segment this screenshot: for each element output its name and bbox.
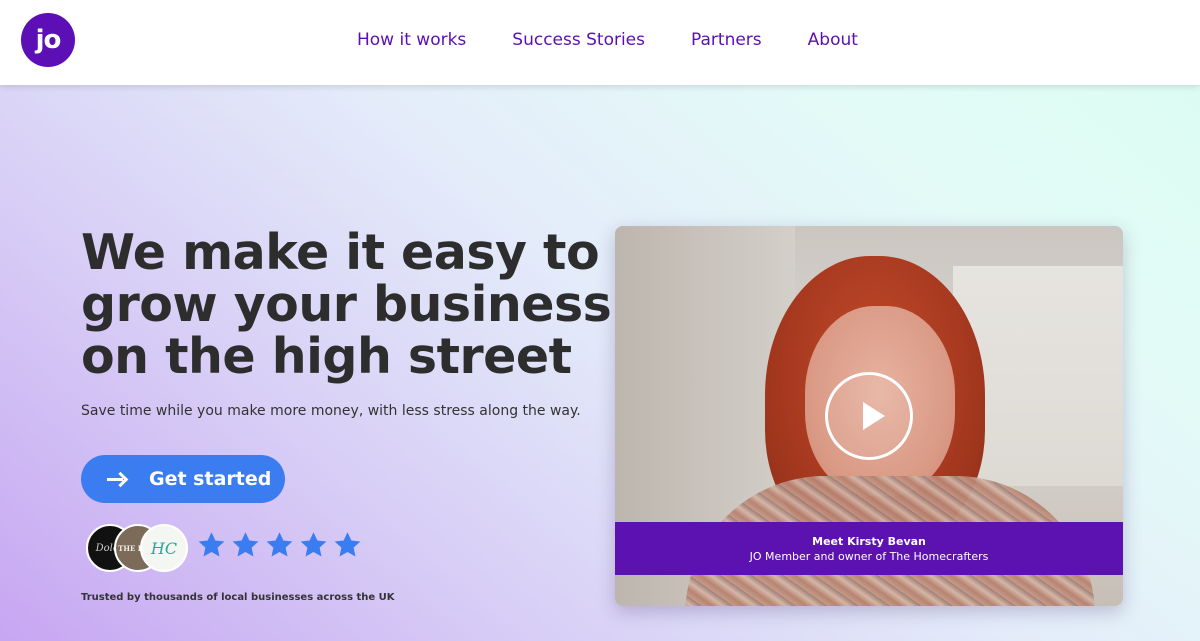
main-nav: How it works Success Stories Partners Ab… — [357, 30, 858, 50]
nav-link-partners[interactable]: Partners — [691, 30, 762, 50]
hero-section: We make it easy to grow your business on… — [0, 85, 1200, 641]
jo-logo[interactable]: jo — [21, 13, 75, 67]
hero-headline: We make it easy to grow your business on… — [81, 224, 612, 385]
star-icon — [230, 530, 261, 560]
star-icon — [332, 530, 363, 560]
star-icon — [196, 530, 227, 560]
get-started-button[interactable]: Get started — [81, 455, 285, 503]
video-player[interactable]: Meet Kirsty Bevan JO Member and owner of… — [615, 226, 1123, 606]
nav-link-how-it-works[interactable]: How it works — [357, 30, 466, 50]
headline-line-2: grow your business — [81, 276, 612, 333]
site-header: jo How it works Success Stories Partners… — [0, 0, 1200, 85]
video-caption: Meet Kirsty Bevan JO Member and owner of… — [615, 522, 1123, 575]
star-icon — [298, 530, 329, 560]
nav-link-success-stories[interactable]: Success Stories — [512, 30, 645, 50]
trust-text: Trusted by thousands of local businesses… — [81, 592, 395, 603]
nav-link-about[interactable]: About — [808, 30, 858, 50]
headline-line-1: We make it easy to — [81, 224, 600, 281]
headline-line-3: on the high street — [81, 328, 572, 385]
star-icon — [264, 530, 295, 560]
play-icon[interactable] — [825, 372, 913, 460]
caption-title: Meet Kirsty Bevan — [812, 534, 926, 548]
get-started-label: Get started — [149, 468, 272, 490]
business-logos: Dolce THE KITC HC — [86, 524, 196, 572]
arrow-right-icon — [107, 472, 127, 486]
rating-stars — [196, 530, 363, 560]
business-logo-hc: HC — [140, 524, 188, 572]
caption-subtitle: JO Member and owner of The Homecrafters — [749, 549, 989, 563]
hero-subtext: Save time while you make more money, wit… — [81, 403, 581, 419]
